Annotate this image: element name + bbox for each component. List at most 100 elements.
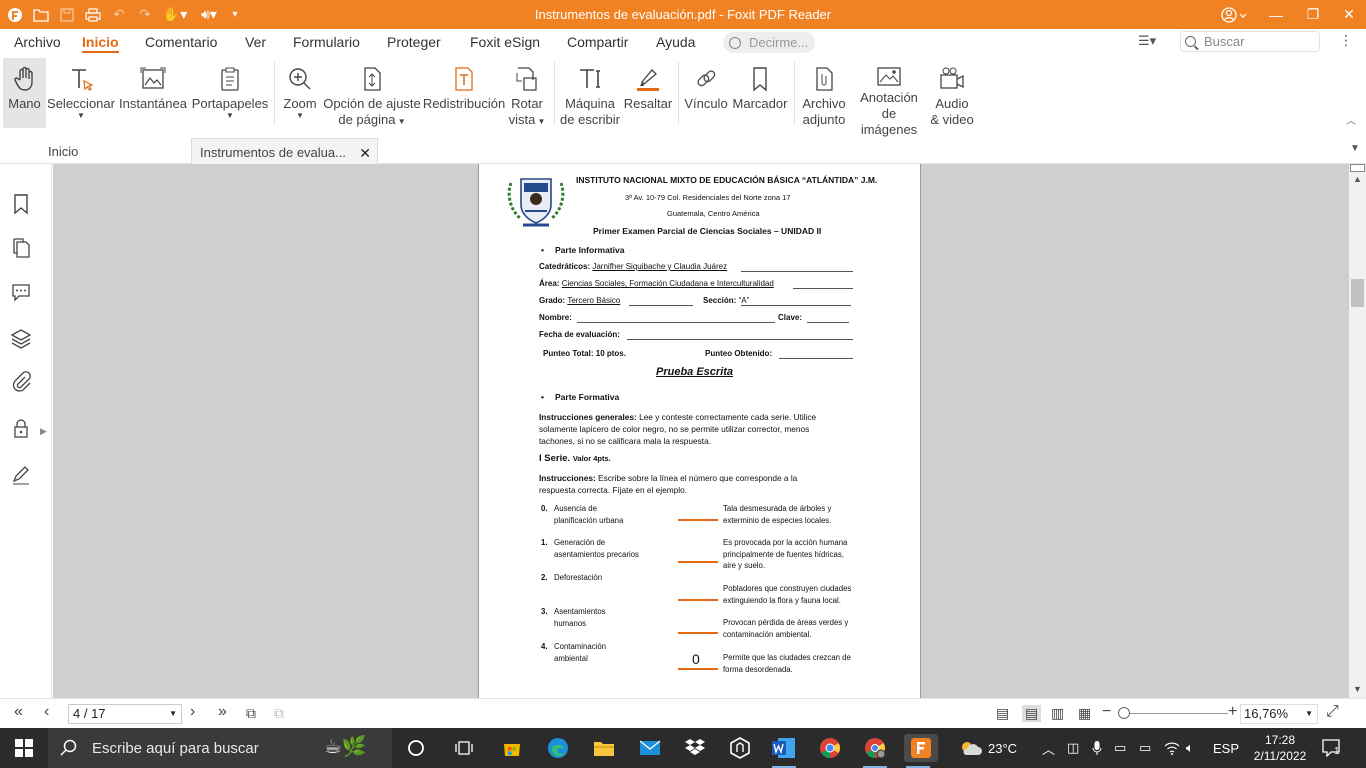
- windows-start-icon[interactable]: [0, 728, 48, 768]
- document-view[interactable]: INSTITUTO NACIONAL MIXTO DE EDUCACIÓN BÁ…: [53, 164, 1349, 698]
- taskbar-search-input[interactable]: Escribe aquí para buscar ☕🌿: [48, 728, 392, 768]
- tool-maquina-de-escribir[interactable]: Máquina de escribir: [560, 58, 620, 128]
- hand-dropdown-icon[interactable]: ✋▾: [160, 0, 190, 29]
- cortana-icon[interactable]: [402, 734, 430, 762]
- chrome-icon[interactable]: [816, 734, 844, 762]
- tool-anotacion-de-imagenes[interactable]: Anotación de imágenes: [852, 58, 926, 137]
- account-icon[interactable]: [1214, 0, 1254, 29]
- tab-inicio[interactable]: Inicio: [40, 138, 190, 164]
- facing-view-icon[interactable]: ▥: [1051, 705, 1064, 722]
- tool-fit-page[interactable]: Opción de ajuste de página ▼: [322, 58, 422, 128]
- open-folder-icon[interactable]: [28, 0, 54, 29]
- microsoft-store-icon[interactable]: [498, 734, 526, 762]
- menu-comentario[interactable]: Comentario: [145, 34, 217, 50]
- volume-icon[interactable]: 🔈︎: [1186, 728, 1194, 768]
- zoom-out-icon[interactable]: −: [1102, 703, 1111, 721]
- vertical-scrollbar[interactable]: ▲ ▼: [1349, 164, 1366, 698]
- page-number-input[interactable]: 4 / 17 ▼: [68, 704, 182, 724]
- close-window-button[interactable]: ✕: [1329, 0, 1366, 29]
- restore-button[interactable]: ❐: [1293, 0, 1333, 29]
- tool-instantanea[interactable]: Instantánea: [118, 58, 188, 128]
- attachments-panel-icon[interactable]: [9, 370, 33, 394]
- tool-audio-video[interactable]: Audio & video: [930, 58, 974, 128]
- tool-archivo-adjunto[interactable]: Archivo adjunto: [800, 58, 848, 128]
- tell-me-box[interactable]: Decirme...: [723, 32, 815, 53]
- first-page-icon[interactable]: «: [14, 703, 23, 721]
- security-lock-icon[interactable]: [9, 416, 33, 440]
- edge-browser-icon[interactable]: [544, 734, 572, 762]
- chrome-profile-icon[interactable]: [861, 734, 889, 768]
- menu-archivo[interactable]: Archivo: [14, 34, 61, 50]
- menu-ver[interactable]: Ver: [245, 34, 266, 50]
- next-page-icon[interactable]: ›: [190, 703, 195, 721]
- more-options-icon[interactable]: ⋮: [1339, 32, 1353, 49]
- menu-formulario[interactable]: Formulario: [293, 34, 360, 50]
- signature-panel-icon[interactable]: [9, 462, 33, 486]
- task-view-icon[interactable]: [450, 734, 478, 762]
- collapse-ribbon-icon[interactable]: ︿: [1346, 112, 1356, 127]
- tool-zoom[interactable]: Zoom ▼: [280, 58, 320, 128]
- scroll-up-icon[interactable]: ▲: [1353, 174, 1362, 184]
- page-dropdown-icon[interactable]: ▼: [169, 705, 177, 723]
- zoom-slider[interactable]: [1118, 713, 1228, 714]
- wifi-icon[interactable]: [1164, 728, 1180, 768]
- notifications-icon[interactable]: 1: [1322, 728, 1344, 768]
- save-icon[interactable]: [54, 0, 80, 29]
- read-aloud-icon[interactable]: 🔊︎▾: [194, 0, 224, 29]
- continuous-facing-view-icon[interactable]: ▦: [1078, 705, 1091, 722]
- comments-panel-icon[interactable]: [9, 280, 33, 304]
- tool-mano[interactable]: Mano: [3, 58, 46, 128]
- print-icon[interactable]: [80, 0, 106, 29]
- close-tab-icon[interactable]: ✕: [359, 139, 371, 167]
- word-icon[interactable]: [770, 734, 798, 768]
- fullscreen-icon[interactable]: ⤢: [1326, 703, 1339, 721]
- menu-proteger[interactable]: Proteger: [387, 34, 441, 50]
- microphone-icon[interactable]: [1092, 728, 1102, 768]
- search-input[interactable]: Buscar: [1180, 31, 1320, 52]
- camera-icon[interactable]: ◫: [1067, 728, 1079, 768]
- continuous-view-icon[interactable]: ▤: [1022, 705, 1042, 722]
- next-view-icon[interactable]: ⧉: [274, 705, 284, 722]
- minimize-button[interactable]: —: [1256, 0, 1296, 29]
- single-page-view-icon[interactable]: ▤: [996, 705, 1009, 722]
- scroll-thumb[interactable]: [1351, 279, 1364, 307]
- scroll-down-icon[interactable]: ▼: [1353, 684, 1362, 694]
- tab-list-dropdown-icon[interactable]: ▼: [1350, 143, 1360, 154]
- zoom-dropdown-icon[interactable]: ▼: [1305, 705, 1313, 723]
- menu-foxit-esign[interactable]: Foxit eSign: [470, 34, 540, 50]
- last-page-icon[interactable]: »: [218, 703, 227, 721]
- foxit-reader-taskbar-icon[interactable]: [904, 734, 938, 768]
- display-icon[interactable]: ▭: [1114, 728, 1126, 768]
- tool-vinculo[interactable]: Vínculo: [684, 58, 728, 128]
- tool-marcador[interactable]: Marcador: [732, 58, 788, 128]
- zoom-in-icon[interactable]: +: [1228, 703, 1237, 721]
- mail-icon[interactable]: [636, 734, 664, 762]
- app-hexagon-icon[interactable]: [726, 734, 754, 762]
- foxit-logo-icon[interactable]: [2, 0, 28, 29]
- dropbox-icon[interactable]: [681, 734, 709, 762]
- zoom-level-input[interactable]: 16,76% ▼: [1240, 704, 1318, 724]
- expand-panel-icon[interactable]: ▶: [40, 426, 47, 437]
- menu-inicio[interactable]: Inicio: [82, 34, 119, 53]
- tool-portapapeles[interactable]: Portapapeles ▼: [192, 58, 268, 128]
- view-mode-dropdown-icon[interactable]: ☰▾: [1138, 33, 1156, 49]
- tool-seleccionar[interactable]: Seleccionar ▼: [47, 58, 115, 128]
- zoom-slider-knob[interactable]: [1117, 707, 1130, 719]
- bookmarks-panel-icon[interactable]: [9, 192, 33, 216]
- customize-toolbar-icon[interactable]: ▾: [222, 0, 248, 29]
- tool-resaltar[interactable]: Resaltar: [624, 58, 672, 128]
- weather-widget[interactable]: 23°C: [958, 728, 1017, 768]
- menu-ayuda[interactable]: Ayuda: [656, 34, 695, 50]
- redo-icon[interactable]: ↷: [132, 0, 158, 29]
- keyboard-language[interactable]: ESP: [1213, 728, 1239, 768]
- previous-view-icon[interactable]: ⧉: [246, 705, 256, 722]
- tool-redistribucion[interactable]: Redistribución: [423, 58, 505, 128]
- tab-instrumentos[interactable]: Instrumentos de evalua... ✕: [191, 138, 378, 164]
- undo-icon[interactable]: ↶: [106, 0, 132, 29]
- tool-rotar-vista[interactable]: Rotar vista ▼: [507, 58, 547, 128]
- clock[interactable]: 17:28 2/11/2022: [1250, 728, 1310, 768]
- show-hidden-icons-icon[interactable]: ︿: [1042, 728, 1055, 768]
- menu-compartir[interactable]: Compartir: [567, 34, 628, 50]
- layers-panel-icon[interactable]: [9, 326, 33, 350]
- file-explorer-icon[interactable]: [590, 734, 618, 762]
